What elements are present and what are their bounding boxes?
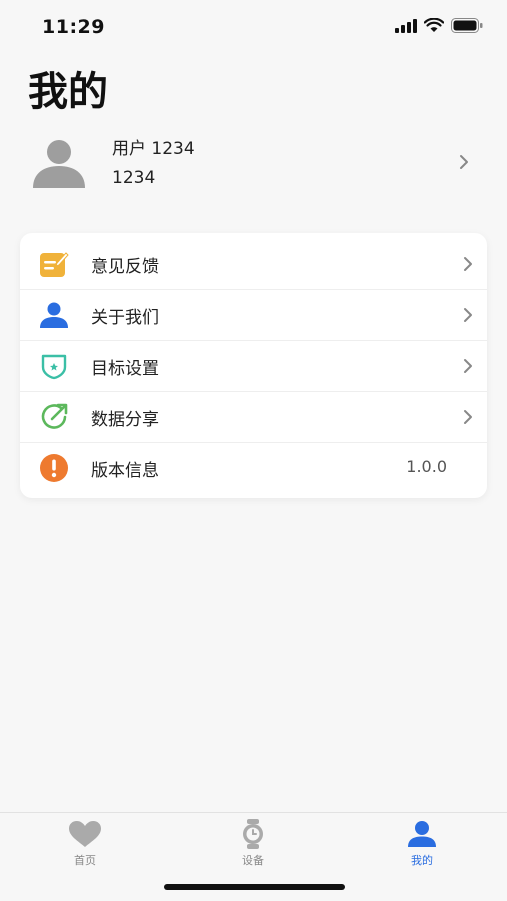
page-title: 我的 [28,69,108,115]
person-icon [38,299,70,331]
tab-device[interactable]: 设备 [193,819,313,868]
menu-item-version-info[interactable]: 版本信息 1.0.0 [20,442,487,493]
status-time: 11:29 [42,16,105,38]
info-icon [38,452,70,484]
wifi-icon [424,18,444,32]
menu-item-goal-settings[interactable]: 目标设置 [20,340,487,392]
cellular-signal-icon [395,18,417,33]
menu-item-label: 目标设置 [91,359,159,379]
profile-row[interactable]: 用户 1234 1234 [20,128,487,200]
person-icon [362,819,482,849]
menu-item-feedback[interactable]: 意见反馈 [20,238,487,290]
status-icons [395,18,483,33]
username: 用户 1234 [112,139,195,159]
tab-label: 首页 [74,854,96,867]
menu-item-label: 意见反馈 [91,257,159,277]
menu-card: 意见反馈 关于我们 目标设置 数据分享 版本信息 1.0.0 [20,233,487,498]
watch-icon [193,819,313,849]
chevron-right-icon [464,308,472,322]
battery-icon [451,18,483,33]
version-value: 1.0.0 [406,457,447,476]
menu-item-label: 数据分享 [91,410,159,430]
user-id: 1234 [112,168,156,188]
chevron-right-icon [464,257,472,271]
tab-label: 我的 [411,854,433,867]
menu-item-about-us[interactable]: 关于我们 [20,289,487,341]
target-shield-icon [38,350,70,382]
chevron-right-icon [464,359,472,373]
tab-label: 设备 [242,854,264,867]
menu-item-label: 关于我们 [91,308,159,328]
home-indicator[interactable] [164,884,345,890]
heart-icon [25,819,145,849]
tab-home[interactable]: 首页 [25,819,145,868]
feedback-icon [38,248,70,280]
menu-item-label: 版本信息 [91,461,159,481]
chevron-right-icon [464,410,472,424]
chevron-right-icon [460,155,468,169]
status-bar: 11:29 [0,0,507,54]
menu-item-data-share[interactable]: 数据分享 [20,391,487,443]
tab-mine[interactable]: 我的 [362,819,482,868]
avatar [33,140,85,188]
share-icon [38,401,70,433]
